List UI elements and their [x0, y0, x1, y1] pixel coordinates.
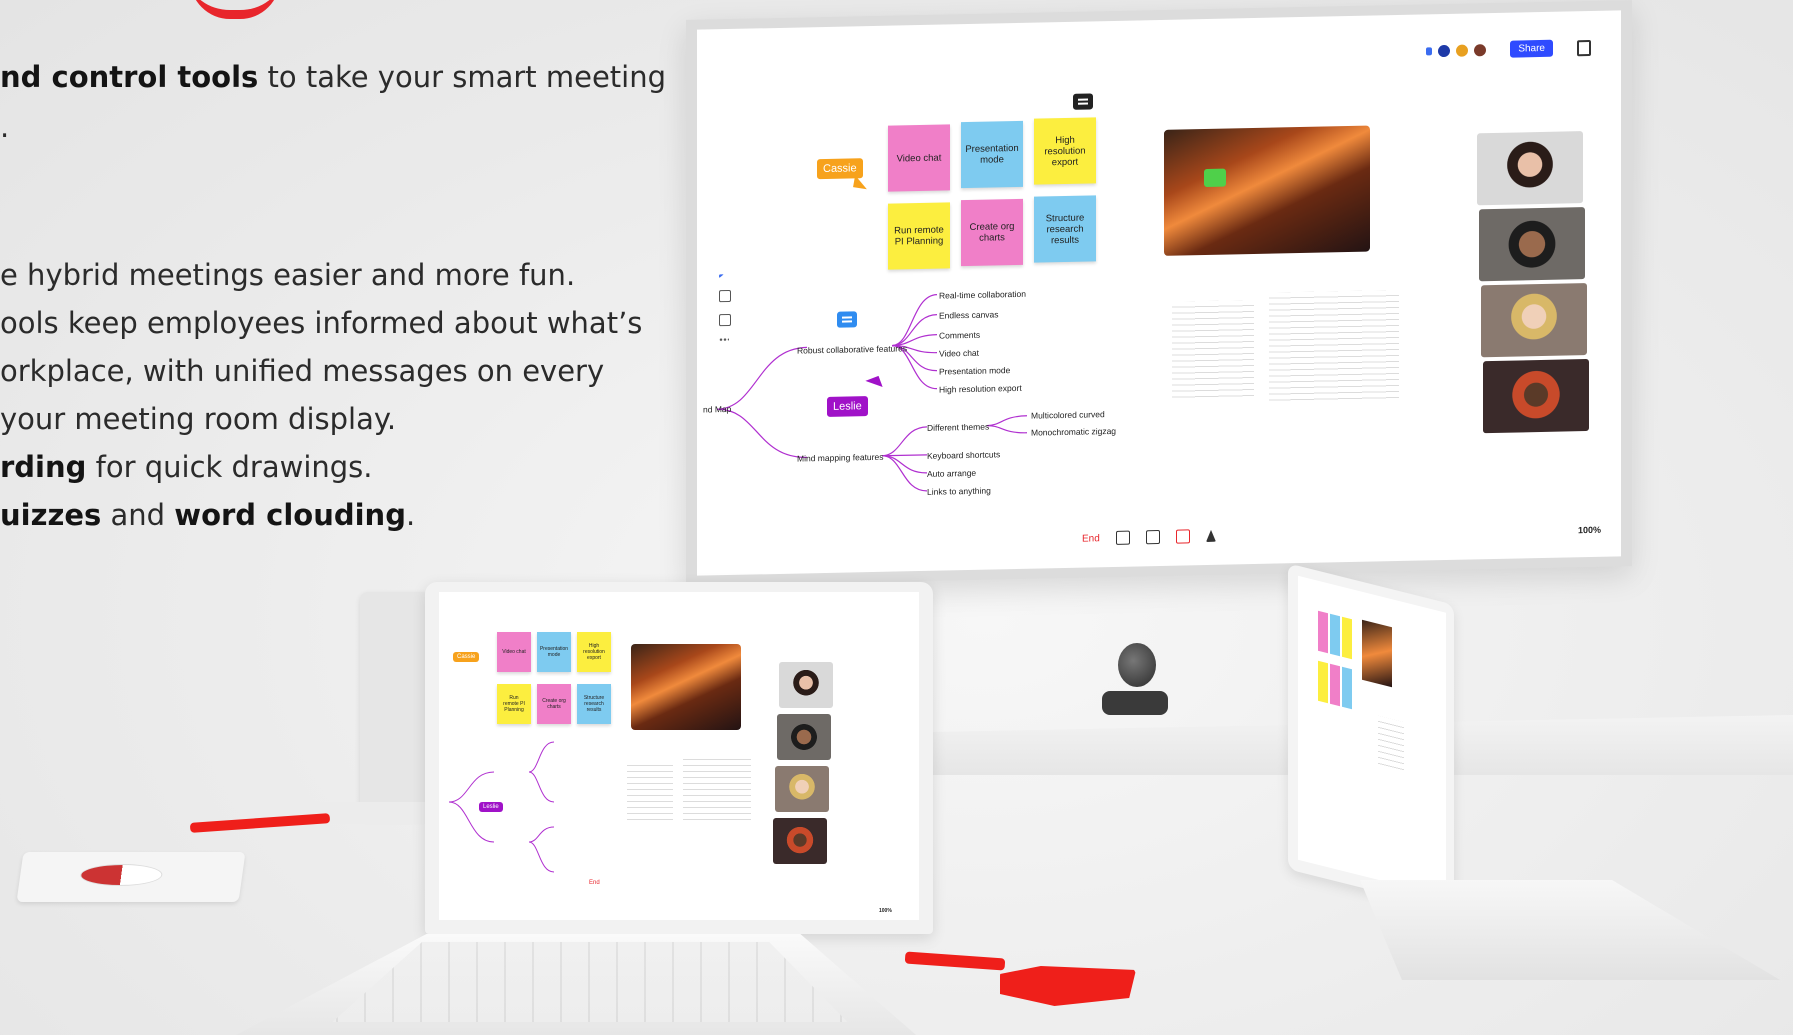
comment-icon[interactable]: [1204, 168, 1226, 188]
video-tile[interactable]: [1481, 283, 1587, 358]
sticky-note: [1330, 613, 1340, 657]
whiteboard-top-bar: Share: [1426, 39, 1591, 59]
bullet-line-2: ools keep employees informed about what’…: [0, 306, 643, 340]
sticky-note: [1342, 666, 1352, 710]
side-laptop: [1288, 563, 1454, 911]
comment-icon[interactable]: [1073, 93, 1093, 110]
brand-logo: [78, 864, 164, 886]
sticky-note[interactable]: Structure research results: [577, 684, 611, 724]
front-laptop: Video chat Presentation mode High resolu…: [425, 582, 933, 934]
bullet-line-5: rding for quick drawings.: [0, 450, 373, 484]
bullet-line-6: uizzes and word clouding.: [0, 498, 416, 532]
intro-line-2: .: [0, 110, 10, 144]
canyon-photo: [1362, 619, 1392, 688]
mindmap-node[interactable]: Presentation mode: [939, 365, 1010, 376]
dongle-button: [1000, 966, 1136, 1006]
cursor-icon: [1426, 46, 1433, 55]
cursor-label-leslie: Leslie: [479, 802, 503, 812]
end-meeting-button[interactable]: End: [589, 880, 600, 886]
mindmap-node[interactable]: Real-time collaboration: [939, 289, 1026, 301]
cursor-label-leslie: Leslie: [827, 396, 868, 417]
camera-base: [1102, 691, 1168, 715]
pointer-tool-icon[interactable]: [719, 274, 724, 279]
sticky-note[interactable]: Video chat: [497, 632, 531, 672]
video-tile[interactable]: [1483, 358, 1589, 434]
bullet-line-4: your meeting room display.: [0, 402, 397, 436]
mind-map-lines: [448, 741, 555, 873]
zoom-level[interactable]: 100%: [879, 908, 892, 914]
mindmap-node[interactable]: Auto arrange: [927, 468, 976, 479]
mindmap-node[interactable]: Monochromatic zigzag: [1031, 426, 1116, 438]
side-laptop-base: [1360, 880, 1780, 980]
mindmap-node[interactable]: Endless canvas: [939, 309, 999, 320]
video-tile[interactable]: [779, 662, 833, 708]
mute-mic-icon[interactable]: [1115, 530, 1130, 545]
sticky-note[interactable]: Structure research results: [1034, 195, 1096, 263]
intro-line-1: nd control tools to take your smart meet…: [0, 60, 667, 94]
conference-camera: [1102, 643, 1168, 723]
sticky-note[interactable]: High resolution export: [1034, 117, 1096, 185]
meeting-controls: End: [1082, 529, 1216, 546]
notes-icon[interactable]: [1577, 39, 1591, 56]
document-page: [1378, 715, 1404, 773]
rear-laptop: [360, 592, 430, 818]
sticky-note[interactable]: Presentation mode: [537, 632, 571, 672]
sticky-note[interactable]: Presentation mode: [961, 120, 1023, 189]
canyon-photo[interactable]: [1164, 125, 1370, 256]
sticky-note[interactable]: High resolution export: [577, 632, 611, 672]
tablet-device: [16, 852, 246, 902]
camera-lens: [1118, 643, 1156, 687]
sticky-note[interactable]: Video chat: [888, 124, 950, 192]
sticky-note[interactable]: Create org charts: [961, 198, 1023, 267]
bullet-line-3: orkplace, with unified messages on every: [0, 354, 605, 388]
presenter-icon[interactable]: [1205, 529, 1216, 543]
laptop-whiteboard-mirror[interactable]: Video chat Presentation mode High resolu…: [439, 592, 919, 920]
mindmap-node[interactable]: Links to anything: [927, 486, 991, 497]
sticky-note: [1330, 663, 1340, 707]
mind-map-lines: [716, 294, 1028, 492]
mindmap-node[interactable]: Video chat: [939, 348, 979, 359]
mindmap-node[interactable]: Keyboard shortcuts: [927, 449, 1000, 461]
screen-share-icon[interactable]: [1175, 529, 1190, 544]
mindmap-root[interactable]: nd Map: [703, 404, 731, 415]
document-page[interactable]: [683, 754, 751, 824]
document-page[interactable]: [1172, 300, 1254, 402]
wall-display: Share Cassie Video chat Presentation mod…: [686, 0, 1632, 586]
zoom-level[interactable]: 100%: [1578, 525, 1601, 535]
video-tile[interactable]: [773, 818, 827, 864]
video-tile[interactable]: [1479, 207, 1585, 282]
end-meeting-button[interactable]: End: [1082, 533, 1100, 544]
sticky-note: [1318, 660, 1328, 704]
sticky-note: [1342, 616, 1352, 660]
mindmap-node[interactable]: Comments: [939, 330, 980, 341]
avatar[interactable]: [1438, 44, 1451, 57]
side-laptop-screen[interactable]: [1298, 575, 1446, 897]
sticky-note: [1318, 610, 1328, 654]
camera-off-icon[interactable]: [1145, 529, 1160, 545]
video-tile[interactable]: [775, 766, 829, 812]
document-page[interactable]: [1269, 289, 1399, 403]
cursor-label-cassie: Cassie: [453, 652, 480, 662]
sticky-note[interactable]: Run remote PI Planning: [497, 684, 531, 724]
share-button[interactable]: Share: [1510, 39, 1553, 58]
whiteboard-canvas[interactable]: Share Cassie Video chat Presentation mod…: [697, 10, 1621, 576]
heading-fragment: [190, 0, 280, 19]
sticky-note[interactable]: Create org charts: [537, 684, 571, 724]
bullet-line-1: e hybrid meetings easier and more fun.: [0, 258, 576, 292]
video-tile[interactable]: [1477, 131, 1583, 206]
avatar[interactable]: [1474, 43, 1487, 56]
mindmap-node[interactable]: Different themes: [927, 422, 989, 433]
comment-icon[interactable]: [837, 311, 857, 328]
video-tile[interactable]: [777, 714, 831, 760]
cassie-cursor-icon: [853, 175, 869, 190]
presentation-dongle: [904, 951, 1006, 971]
canyon-photo[interactable]: [631, 644, 741, 730]
mindmap-node[interactable]: High resolution export: [939, 383, 1022, 395]
mindmap-branch[interactable]: Mind mapping features: [797, 452, 883, 464]
mindmap-node[interactable]: Multicolored curved: [1031, 409, 1105, 421]
sticky-note[interactable]: Run remote PI Planning: [888, 202, 950, 270]
avatar[interactable]: [1456, 44, 1469, 57]
